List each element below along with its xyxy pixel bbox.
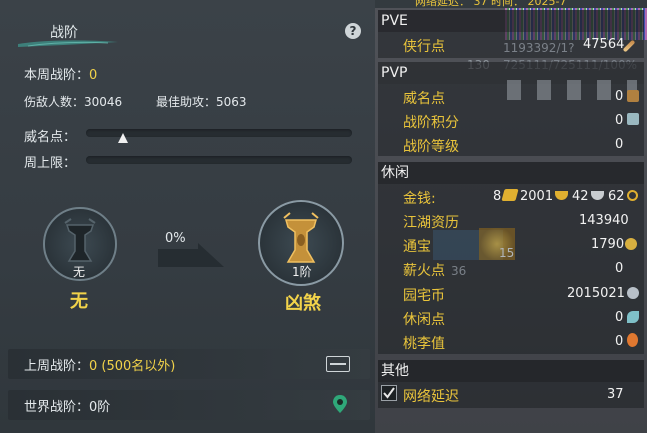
weekly-rank-row: 本周战阶：0 xyxy=(24,64,97,83)
weekly-cap-bar xyxy=(86,156,352,164)
weekly-rank-value: 0 xyxy=(89,68,98,83)
next-medal-caption: 1阶 xyxy=(292,265,312,279)
leisure-item-value: 143940 xyxy=(579,213,629,228)
ranking-list-icon[interactable] xyxy=(326,356,350,372)
pvp-item-label: 威名点 xyxy=(403,91,445,107)
assist-value: 5063 xyxy=(216,95,247,109)
pve-section-header: PVE xyxy=(378,10,644,32)
kills-value: 30046 xyxy=(84,95,123,109)
prestige-icon xyxy=(627,90,639,102)
weekly-rank-label: 本周战阶： xyxy=(24,68,90,83)
last-rank-label: 上周战阶： xyxy=(24,359,90,374)
leisure-item-value: 0 xyxy=(615,261,624,276)
xiaxing-value: 47564 xyxy=(583,37,625,52)
money-silver: 42 xyxy=(572,189,589,204)
gourd-icon xyxy=(627,333,638,347)
assist-label: 最佳助攻： xyxy=(156,95,217,109)
help-icon[interactable]: ? xyxy=(345,23,361,39)
copper-coin-icon xyxy=(627,190,638,201)
prestige-progress-marker xyxy=(118,133,129,143)
world-rank-row: 世界战阶：0阶 xyxy=(24,396,110,415)
money-copper: 62 xyxy=(608,189,625,204)
latency-value: 37 xyxy=(607,387,624,402)
panel-title-bar: 战阶 xyxy=(0,12,375,48)
kills-label: 伤敌人数： xyxy=(24,95,85,109)
leisure-item-label: 桃李值 xyxy=(403,336,445,352)
kills-row: 伤敌人数：30046 xyxy=(24,93,122,110)
leisure-section-header: 休闲 xyxy=(378,162,644,184)
rank-points-icon xyxy=(627,113,639,125)
leisure-item-label: 通宝 xyxy=(403,239,431,255)
assist-row: 最佳助攻：5063 xyxy=(156,93,247,110)
checkmark-icon xyxy=(383,387,395,399)
prestige-label: 威名点： xyxy=(24,130,77,145)
pvp-item-value: 0 xyxy=(615,89,624,104)
leisure-item-label: 薪火点 xyxy=(403,263,445,279)
other-section-header: 其他 xyxy=(378,360,644,382)
money-gold: 2001 xyxy=(520,189,554,204)
last-rank-row: 上周战阶：0 (500名以外) xyxy=(24,355,175,374)
next-rank-name: 凶煞 xyxy=(285,293,321,314)
world-rank-value: 0阶 xyxy=(89,400,111,415)
leisure-item-value: 0 xyxy=(615,334,624,349)
last-rank-value: 0 (500名以外) xyxy=(89,359,176,374)
leaf-icon xyxy=(627,311,639,323)
leisure-item-value: 1790 xyxy=(591,237,625,252)
top-status-bar: 网络延迟： 37 时间： 2025-7 xyxy=(375,0,647,8)
panel-title: 战阶 xyxy=(50,25,78,41)
top-status-text: 网络延迟： 37 时间： 2025-7 xyxy=(415,0,567,8)
bg-numbers-1: 1193392/1? xyxy=(503,41,575,55)
money-label: 金钱: xyxy=(403,191,436,207)
latency-checkbox[interactable] xyxy=(381,385,397,401)
bg-small-2: 36 xyxy=(451,264,467,278)
pvp-item-label: 战阶积分 xyxy=(403,115,459,131)
bg-small-1: 15 xyxy=(499,246,515,260)
current-rank-name: 无 xyxy=(70,291,88,312)
pvp-item-value: 0 xyxy=(615,137,624,152)
latency-label: 网络延迟 xyxy=(403,389,459,405)
pvp-item-label: 战阶等级 xyxy=(403,139,459,155)
weekly-cap-label: 周上限： xyxy=(24,156,77,171)
leisure-item-label: 江湖资历 xyxy=(403,215,459,231)
world-rank-label: 世界战阶： xyxy=(24,400,90,415)
character-stats-panel: 网络延迟： 37 时间： 2025-7 PVE 1193392/1? 侠行点 4… xyxy=(375,0,647,433)
pvp-item-value: 0 xyxy=(615,113,624,128)
tongbao-coin-icon xyxy=(625,238,637,250)
house-coin-icon xyxy=(627,287,639,299)
leisure-item-value: 0 xyxy=(615,310,624,325)
leisure-item-value: 2015021 xyxy=(567,286,625,301)
battle-rank-panel: 战阶 ? 本周战阶：0 伤敌人数：30046 最佳助攻：5063 威名点： 周上… xyxy=(0,0,375,433)
leisure-item-label: 休闲点 xyxy=(403,312,445,328)
xiaxing-label: 侠行点 xyxy=(403,39,445,55)
leisure-item-label: 园宅币 xyxy=(403,288,445,304)
money-gold-bars: 8 xyxy=(493,189,502,204)
map-pin-icon[interactable] xyxy=(332,394,348,414)
current-medal-caption: 无 xyxy=(73,265,86,279)
progress-arrow-icon xyxy=(158,243,224,267)
